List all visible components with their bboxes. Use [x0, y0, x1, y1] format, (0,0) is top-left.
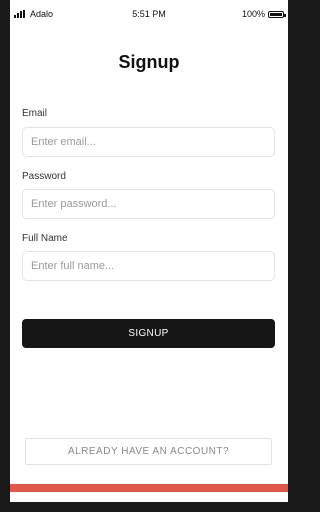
battery-fill	[270, 12, 282, 16]
status-bar: Adalo 5:51 PM 100%	[10, 6, 288, 22]
full-name-field[interactable]	[22, 251, 275, 281]
battery-icon	[268, 10, 286, 18]
email-field[interactable]	[22, 127, 275, 157]
full-name-label: Full Name	[22, 233, 68, 244]
already-have-account-button[interactable]: ALREADY HAVE AN ACCOUNT?	[25, 438, 272, 465]
battery-percent: 100%	[241, 9, 265, 19]
accent-bar	[10, 484, 288, 492]
status-right: 100%	[241, 9, 286, 19]
page-title: Signup	[118, 52, 180, 72]
signup-button[interactable]: SIGNUP	[22, 319, 275, 348]
password-label: Password	[22, 171, 66, 182]
password-field[interactable]	[22, 189, 275, 219]
email-label: Email	[22, 108, 48, 119]
phone-screen: Adalo 5:51 PM 100% Signup Email Password…	[10, 0, 288, 502]
